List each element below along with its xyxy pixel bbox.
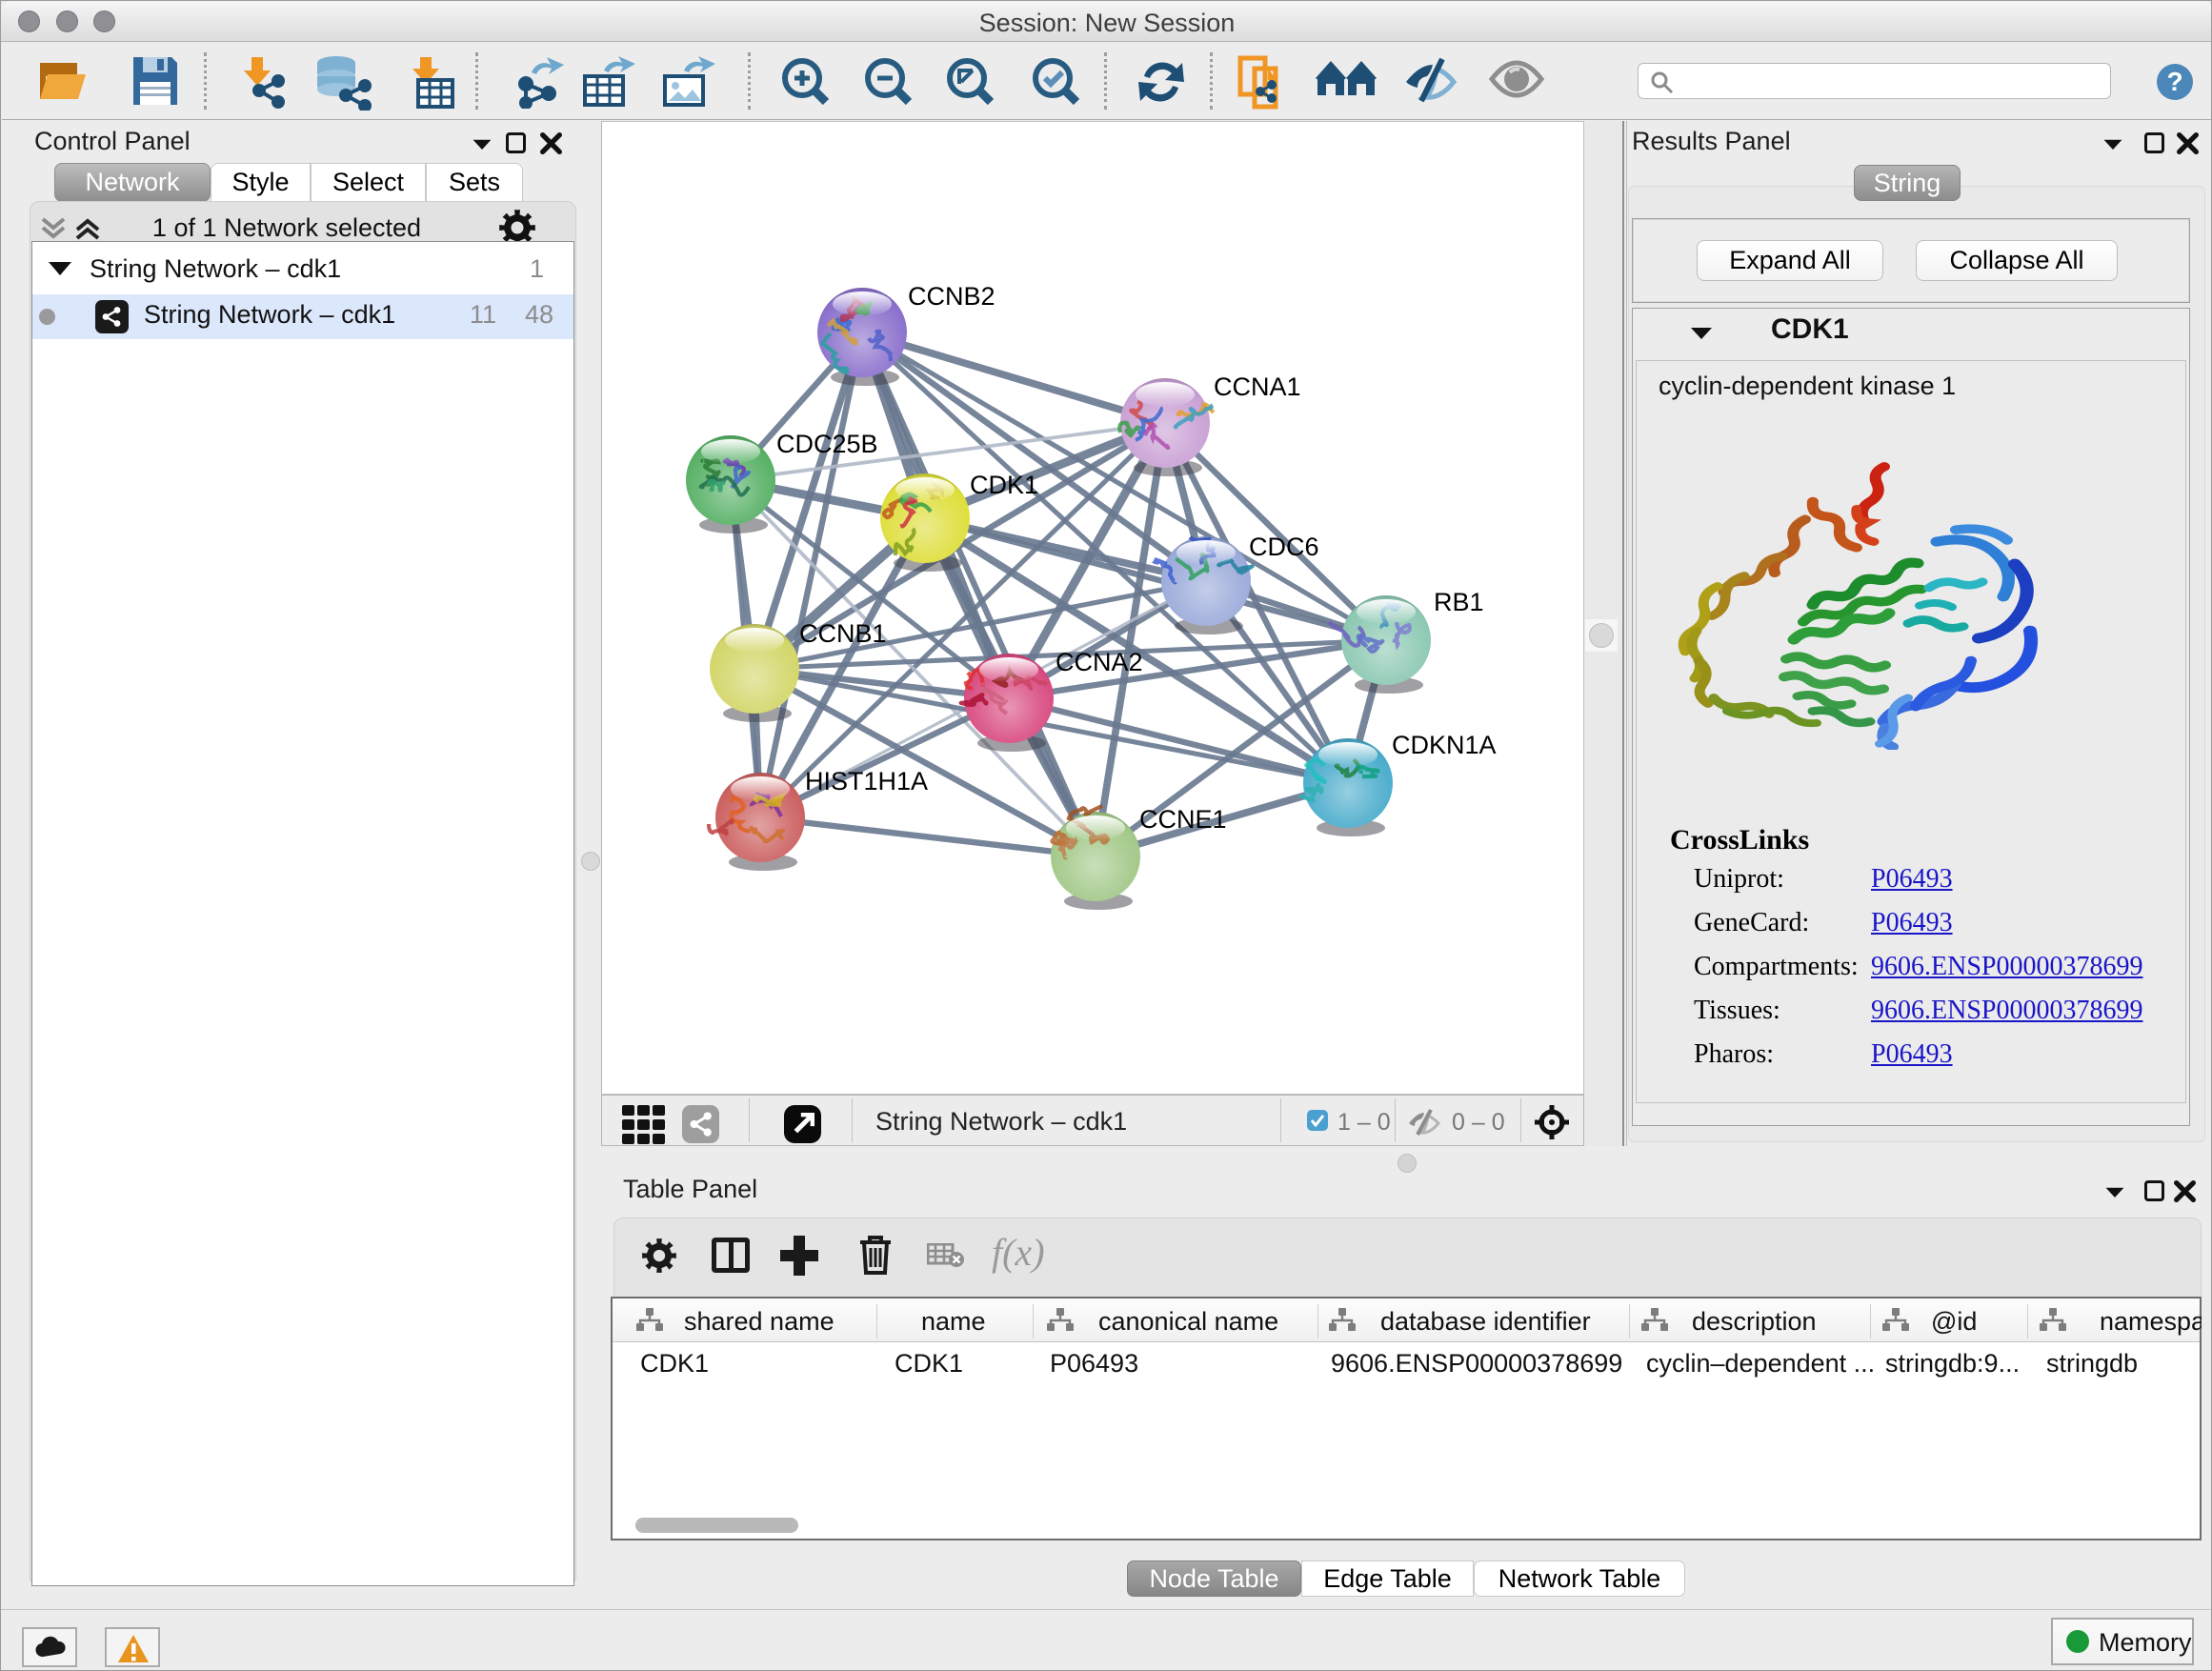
svg-text:CCNA2: CCNA2 — [1056, 648, 1143, 676]
svg-text:CDKN1A: CDKN1A — [1392, 731, 1497, 759]
svg-text:CCNB2: CCNB2 — [908, 282, 995, 311]
svg-text:CDC6: CDC6 — [1249, 533, 1319, 561]
svg-text:CDK1: CDK1 — [970, 471, 1038, 499]
svg-text:HIST1H1A: HIST1H1A — [805, 767, 928, 795]
svg-text:RB1: RB1 — [1434, 588, 1484, 616]
svg-text:CCNB1: CCNB1 — [799, 619, 887, 648]
svg-text:CCNA1: CCNA1 — [1214, 372, 1301, 401]
svg-text:CDC25B: CDC25B — [776, 430, 878, 458]
svg-text:CCNE1: CCNE1 — [1139, 805, 1227, 834]
svg-text:?: ? — [2166, 67, 2182, 96]
